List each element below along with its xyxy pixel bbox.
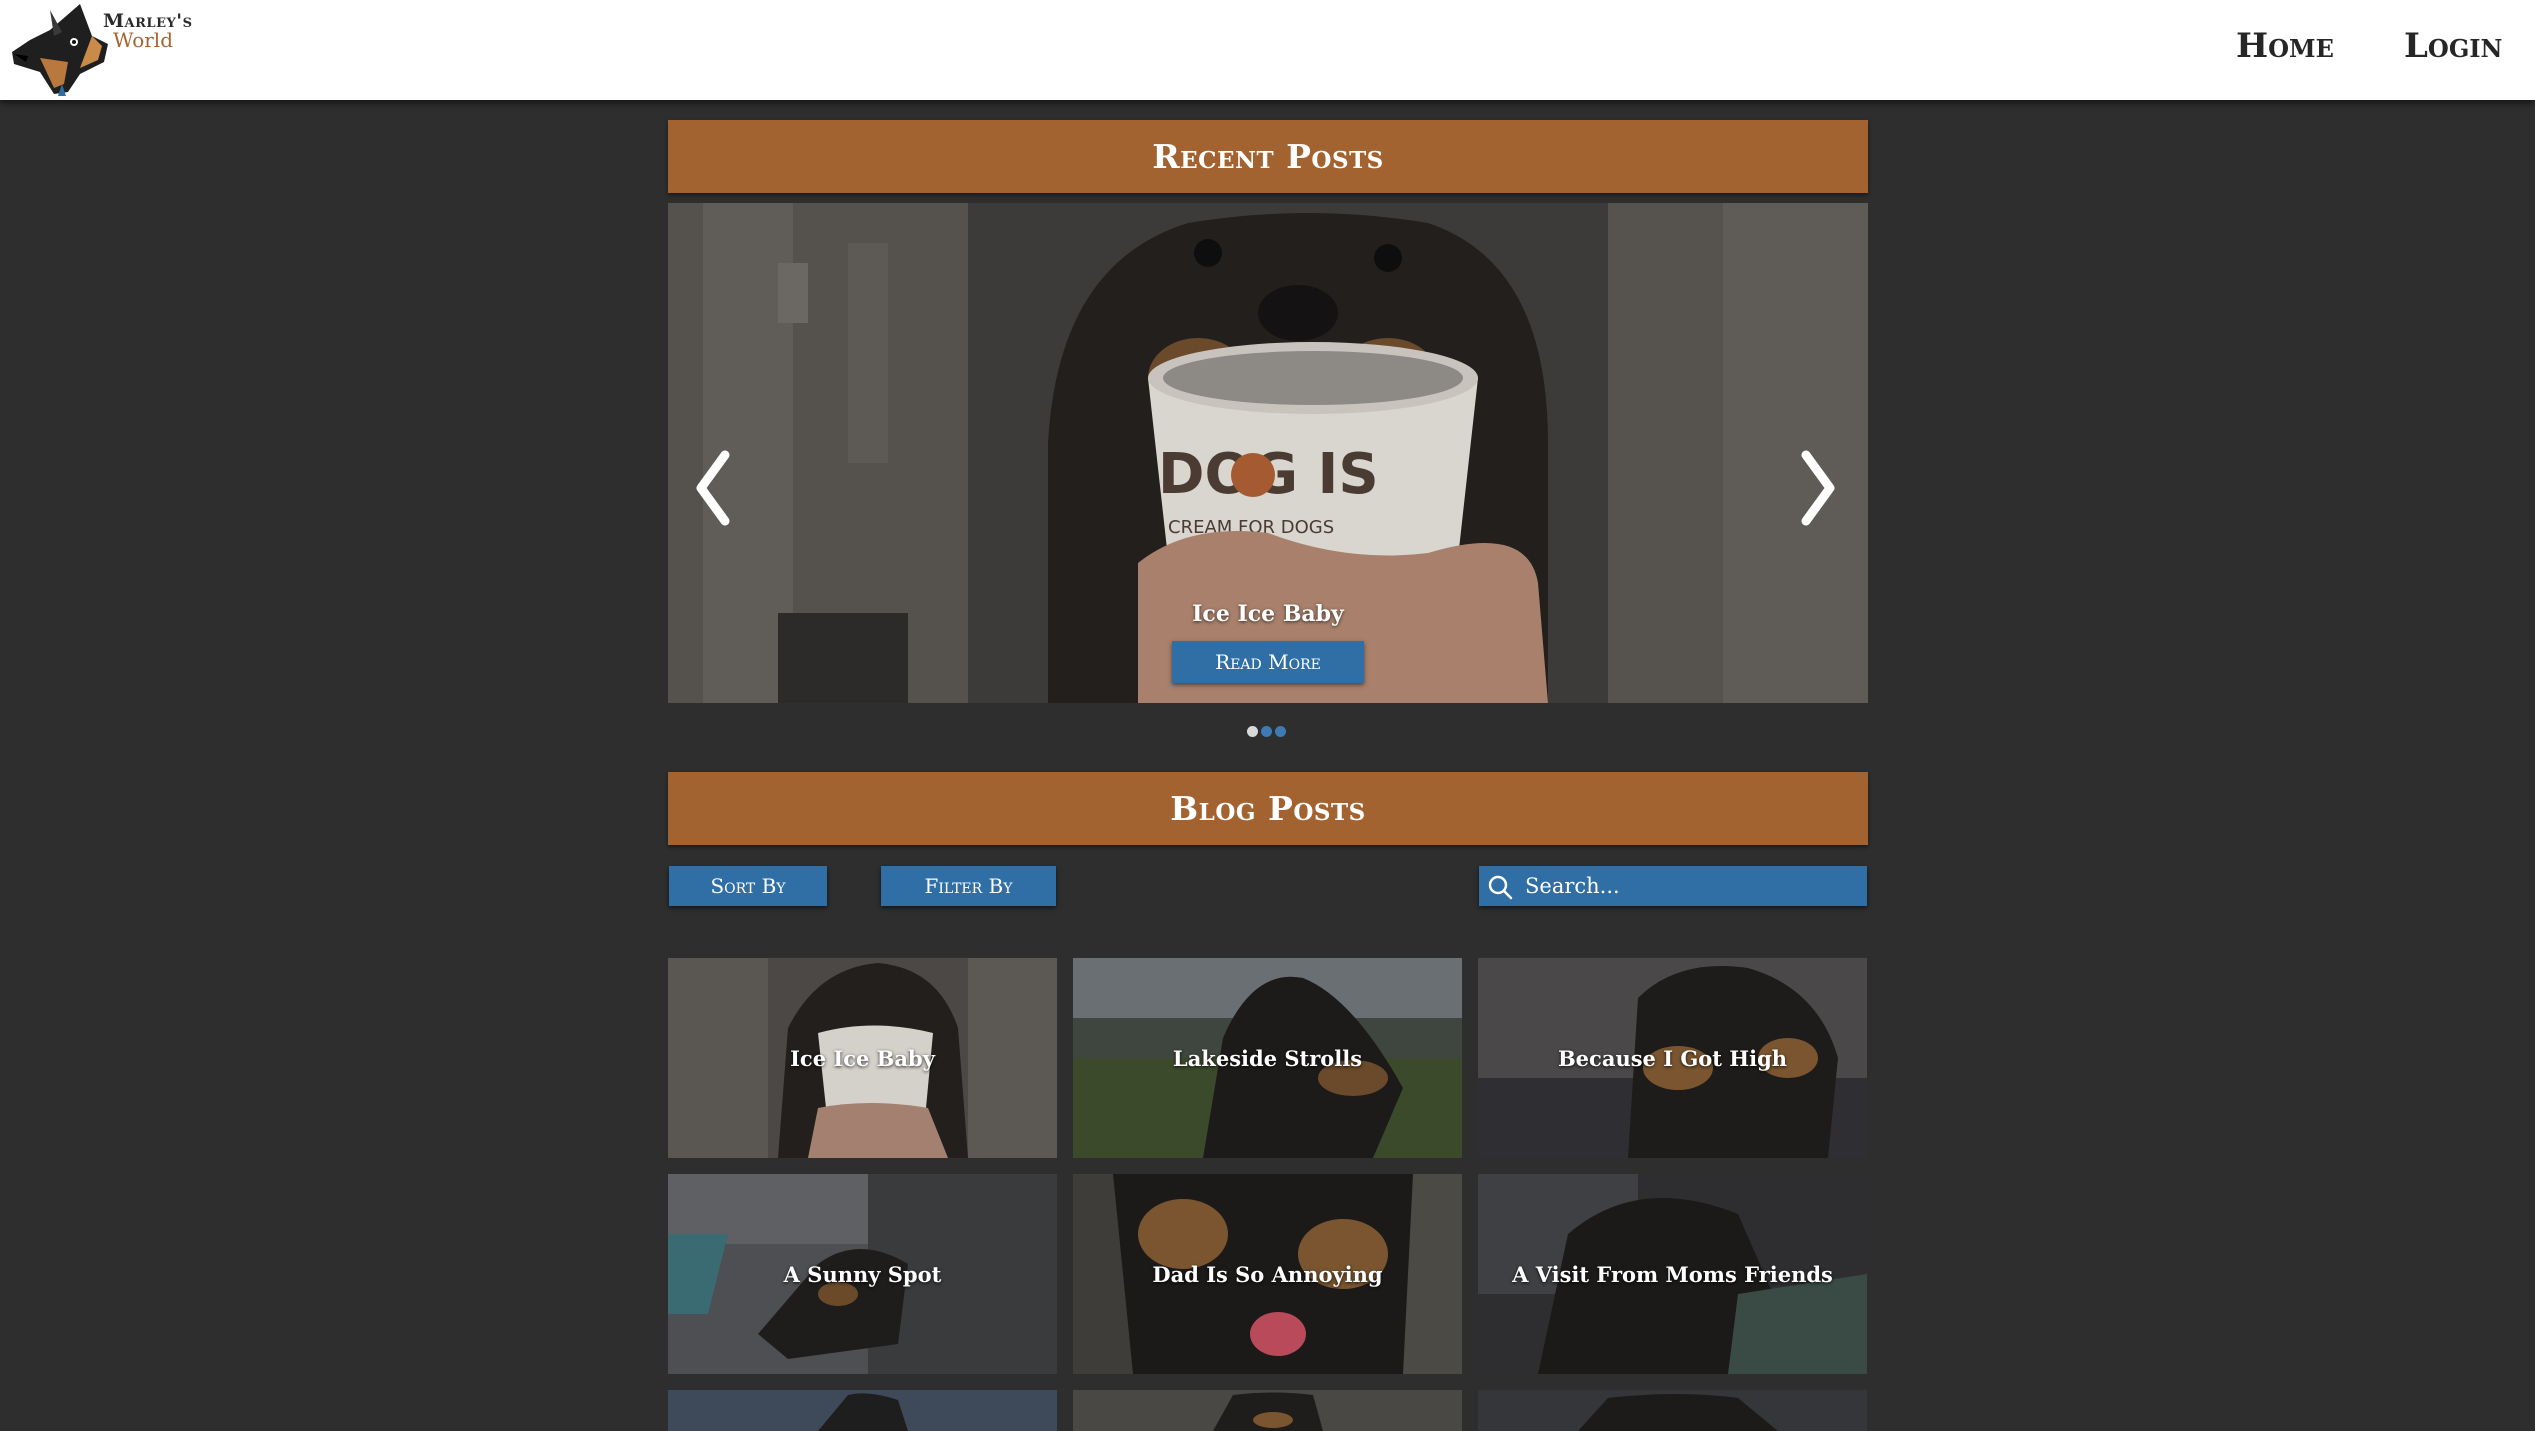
post-card-title: Dad Is So Annoying bbox=[1152, 1261, 1383, 1287]
post-card[interactable] bbox=[668, 1390, 1057, 1431]
carousel-slide-title: Ice Ice Baby bbox=[1192, 601, 1344, 627]
recent-posts-heading: Recent Posts bbox=[1152, 137, 1384, 176]
post-card[interactable]: Dad Is So Annoying bbox=[1073, 1174, 1462, 1374]
post-card-title: Lakeside Strolls bbox=[1172, 1045, 1363, 1071]
nav-login-link[interactable]: Login bbox=[2404, 26, 2502, 66]
post-card-title: Because I Got High bbox=[1557, 1045, 1788, 1071]
dog-head-logo-icon bbox=[12, 4, 108, 96]
carousel-dot-1[interactable] bbox=[1247, 726, 1258, 737]
recent-posts-banner: Recent Posts bbox=[668, 120, 1868, 193]
blog-posts-heading: Blog Posts bbox=[1170, 789, 1366, 828]
post-card-title: A Visit From Moms Friends bbox=[1512, 1261, 1833, 1287]
carousel-next-arrow-icon[interactable] bbox=[1788, 443, 1848, 533]
sort-by-button[interactable]: Sort By bbox=[669, 866, 827, 906]
carousel-slide-image: DOG IS CREAM FOR DOGS bbox=[668, 203, 1868, 703]
recent-posts-carousel: DOG IS CREAM FOR DOGS Ice Ice Baby Read … bbox=[668, 203, 1868, 703]
search-input[interactable] bbox=[1525, 866, 1855, 906]
post-card[interactable] bbox=[1478, 1390, 1867, 1431]
nav-home-link[interactable]: Home bbox=[2236, 26, 2334, 66]
carousel-dot-2[interactable] bbox=[1261, 726, 1272, 737]
site-header: Marley's World Home Login bbox=[0, 0, 2535, 100]
site-logo[interactable]: Marley's World bbox=[10, 2, 210, 98]
post-card[interactable] bbox=[1073, 1390, 1462, 1431]
post-thumbnail bbox=[1478, 1390, 1867, 1431]
post-card-title: A Sunny Spot bbox=[783, 1261, 942, 1287]
post-card[interactable]: A Sunny Spot bbox=[668, 1174, 1057, 1374]
carousel-dot-3[interactable] bbox=[1275, 726, 1286, 737]
blog-posts-banner: Blog Posts bbox=[668, 772, 1868, 845]
post-card[interactable]: Lakeside Strolls bbox=[1073, 958, 1462, 1158]
post-thumbnail bbox=[668, 1390, 1057, 1431]
post-card-title: Ice Ice Baby bbox=[790, 1045, 935, 1071]
logo-subtitle: World bbox=[113, 28, 173, 52]
post-card[interactable]: Because I Got High bbox=[1478, 958, 1867, 1158]
search-box bbox=[1479, 866, 1867, 906]
post-card[interactable]: Ice Ice Baby bbox=[668, 958, 1057, 1158]
carousel-prev-arrow-icon[interactable] bbox=[683, 443, 743, 533]
read-more-button[interactable]: Read More bbox=[1172, 641, 1364, 683]
filter-by-button[interactable]: Filter By bbox=[881, 866, 1056, 906]
post-card[interactable]: A Visit From Moms Friends bbox=[1478, 1174, 1867, 1374]
post-thumbnail bbox=[1073, 1390, 1462, 1431]
search-icon bbox=[1488, 875, 1513, 900]
